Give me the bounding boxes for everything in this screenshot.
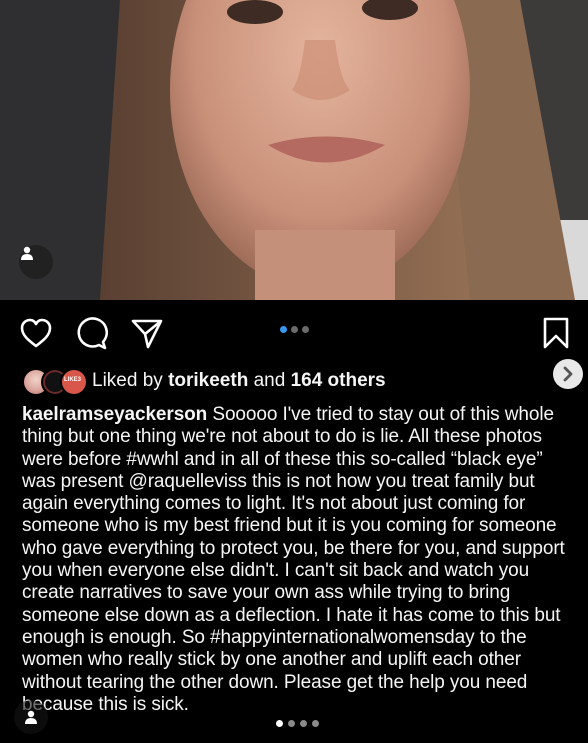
- bookmark-icon: [543, 317, 569, 349]
- carousel-dot-active: [276, 720, 283, 727]
- person-tag-icon: [21, 246, 33, 260]
- carousel-dot: [291, 326, 298, 333]
- likes-summary: Liked by torikeeth and 164 others: [92, 370, 386, 392]
- photo-illustration: [0, 0, 588, 300]
- post-caption: kaelramseyackerson Sooooo I've tried to …: [22, 404, 578, 716]
- comment-button[interactable]: [74, 316, 108, 350]
- tag-people-button-secondary[interactable]: [14, 700, 48, 734]
- likes-others-link[interactable]: 164 others: [291, 370, 386, 391]
- share-button[interactable]: [130, 316, 164, 350]
- carousel-dot: [300, 720, 307, 727]
- comment-icon: [77, 317, 108, 350]
- tag-people-button[interactable]: [19, 245, 53, 279]
- post-photo[interactable]: [0, 0, 588, 300]
- carousel-indicator: [280, 326, 309, 333]
- carousel-dot: [312, 720, 319, 727]
- carousel-indicator-bottom: [276, 720, 319, 727]
- carousel-dot: [302, 326, 309, 333]
- caption-username[interactable]: kaelramseyackerson: [22, 404, 207, 425]
- liker-username[interactable]: torikeeth: [168, 370, 248, 391]
- likes-connector: and: [253, 370, 286, 391]
- heart-icon: [20, 318, 52, 348]
- share-icon: [131, 319, 163, 349]
- next-post-button[interactable]: [553, 359, 583, 389]
- liker-avatars: LIKE3: [22, 368, 88, 396]
- carousel-dot: [288, 720, 295, 727]
- post-actions-bar: [0, 300, 588, 364]
- likes-row[interactable]: LIKE3 Liked by torikeeth and 164 others: [22, 367, 386, 396]
- caption-text: Sooooo I've tried to stay out of this wh…: [22, 404, 565, 715]
- chevron-right-icon: [563, 366, 573, 382]
- person-tag-icon: [25, 710, 37, 724]
- like-button[interactable]: [18, 316, 54, 350]
- likes-prefix: Liked by: [92, 370, 163, 391]
- carousel-dot-active: [280, 326, 287, 333]
- save-button[interactable]: [540, 316, 572, 350]
- avatar-badge-text: LIKE3: [64, 377, 82, 383]
